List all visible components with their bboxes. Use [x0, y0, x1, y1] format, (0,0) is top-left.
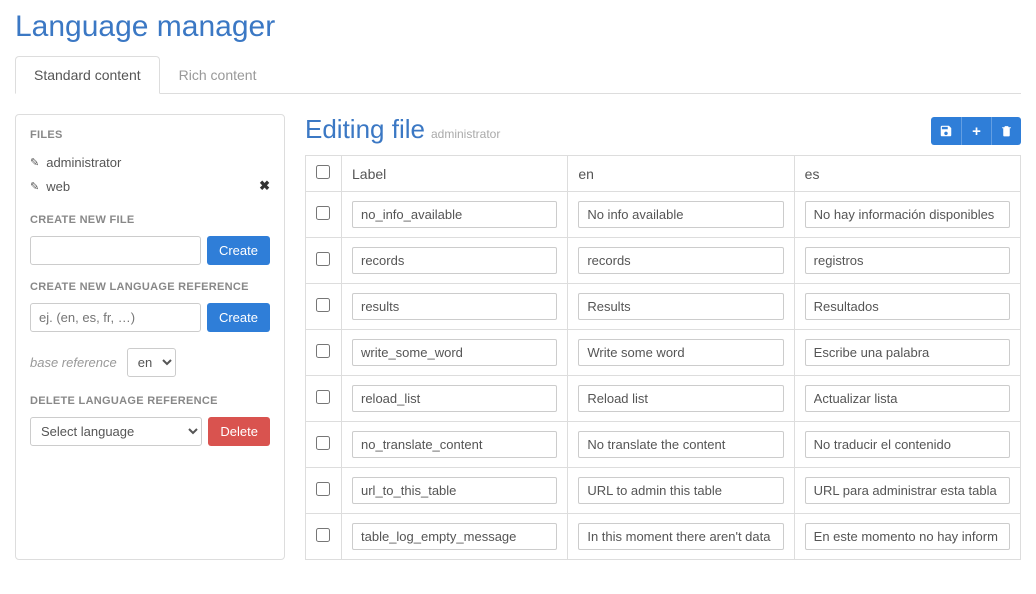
row-checkbox[interactable]: [316, 298, 330, 312]
es-input[interactable]: [805, 523, 1010, 550]
tab-rich-content[interactable]: Rich content: [160, 56, 276, 94]
create-lang-input[interactable]: [30, 303, 201, 332]
label-input[interactable]: [352, 431, 557, 458]
base-reference-label: base reference: [30, 355, 117, 370]
row-checkbox[interactable]: [316, 390, 330, 404]
table-row: [306, 238, 1021, 284]
table-row: [306, 192, 1021, 238]
delete-lang-heading: DELETE LANGUAGE REFERENCE: [30, 395, 270, 407]
label-input[interactable]: [352, 523, 557, 550]
trash-icon: [1000, 124, 1013, 138]
edit-icon: ✎: [30, 180, 39, 193]
tabs: Standard content Rich content: [15, 56, 1021, 94]
row-checkbox[interactable]: [316, 482, 330, 496]
edit-icon: ✎: [30, 156, 39, 169]
table-row: [306, 422, 1021, 468]
plus-icon: +: [972, 123, 981, 140]
page-title: Language manager: [15, 10, 1021, 44]
file-name: administrator: [46, 155, 121, 170]
label-input[interactable]: [352, 339, 557, 366]
remove-file-icon[interactable]: ✖: [259, 178, 270, 194]
en-input[interactable]: [578, 201, 783, 228]
en-input[interactable]: [578, 523, 783, 550]
table-row: [306, 284, 1021, 330]
table-row: [306, 514, 1021, 560]
en-input[interactable]: [578, 293, 783, 320]
editing-subtitle: administrator: [431, 127, 500, 141]
en-input[interactable]: [578, 247, 783, 274]
es-input[interactable]: [805, 293, 1010, 320]
en-input[interactable]: [578, 385, 783, 412]
table-row: [306, 376, 1021, 422]
row-checkbox[interactable]: [316, 528, 330, 542]
es-input[interactable]: [805, 477, 1010, 504]
row-checkbox[interactable]: [316, 252, 330, 266]
delete-lang-button[interactable]: Delete: [208, 417, 270, 446]
label-input[interactable]: [352, 385, 557, 412]
create-lang-button[interactable]: Create: [207, 303, 270, 332]
en-input[interactable]: [578, 477, 783, 504]
add-button[interactable]: +: [961, 117, 991, 145]
base-reference-select[interactable]: en: [127, 348, 176, 377]
row-checkbox[interactable]: [316, 436, 330, 450]
save-button[interactable]: [931, 117, 961, 145]
file-item-administrator[interactable]: ✎ administrator: [30, 151, 270, 174]
es-input[interactable]: [805, 247, 1010, 274]
file-list: ✎ administrator ✎ web ✖: [30, 151, 270, 198]
create-lang-heading: CREATE NEW LANGUAGE REFERENCE: [30, 281, 270, 293]
en-input[interactable]: [578, 339, 783, 366]
row-checkbox[interactable]: [316, 206, 330, 220]
delete-lang-select[interactable]: Select language: [30, 417, 202, 446]
label-input[interactable]: [352, 293, 557, 320]
label-input[interactable]: [352, 477, 557, 504]
table-row: [306, 468, 1021, 514]
delete-button[interactable]: [991, 117, 1021, 145]
editing-title: Editing file: [305, 114, 425, 145]
col-label-header: Label: [342, 156, 568, 192]
es-input[interactable]: [805, 339, 1010, 366]
col-check-header: [306, 156, 342, 192]
tab-standard-content[interactable]: Standard content: [15, 56, 160, 94]
files-heading: FILES: [30, 129, 270, 141]
action-buttons: +: [931, 117, 1021, 145]
table-row: [306, 330, 1021, 376]
en-input[interactable]: [578, 431, 783, 458]
row-checkbox[interactable]: [316, 344, 330, 358]
main-panel: Editing file administrator +: [305, 114, 1021, 560]
file-item-web[interactable]: ✎ web ✖: [30, 174, 270, 198]
col-es-header: es: [794, 156, 1020, 192]
save-icon: [939, 124, 953, 138]
es-input[interactable]: [805, 431, 1010, 458]
select-all-checkbox[interactable]: [316, 165, 330, 179]
create-file-heading: CREATE NEW FILE: [30, 214, 270, 226]
es-input[interactable]: [805, 201, 1010, 228]
label-input[interactable]: [352, 201, 557, 228]
file-name: web: [46, 179, 70, 194]
create-file-button[interactable]: Create: [207, 236, 270, 265]
es-input[interactable]: [805, 385, 1010, 412]
label-input[interactable]: [352, 247, 557, 274]
col-en-header: en: [568, 156, 794, 192]
sidebar: FILES ✎ administrator ✎ web ✖ CREATE NEW…: [15, 114, 285, 560]
translations-table: Label en es: [305, 155, 1021, 560]
create-file-input[interactable]: [30, 236, 201, 265]
